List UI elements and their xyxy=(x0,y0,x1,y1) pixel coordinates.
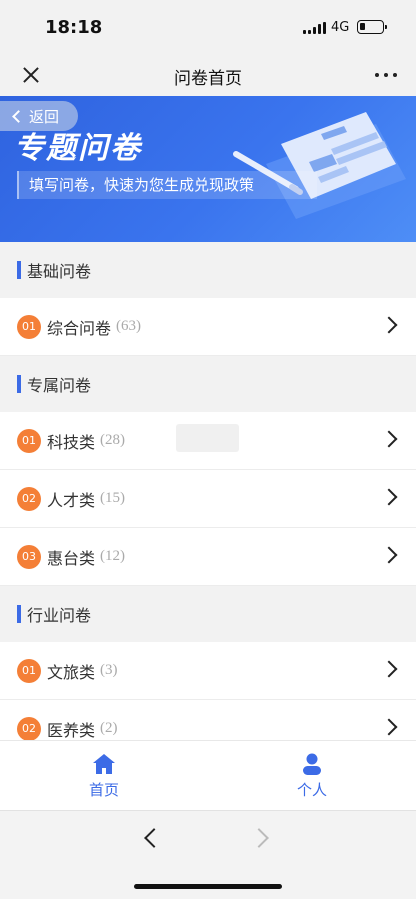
list-item-healthcare[interactable]: 02 医养类 (2) xyxy=(0,700,416,740)
banner-subtitle: 填写问卷，快速为您生成兑现政策 xyxy=(17,171,317,199)
item-count: (63) xyxy=(116,318,142,334)
number-badge: 01 xyxy=(17,658,41,683)
tab-profile[interactable]: 个人 xyxy=(208,741,416,810)
status-time: 18:18 xyxy=(45,17,103,38)
number-badge: 02 xyxy=(17,486,41,511)
list-item-tourism[interactable]: 01 文旅类 (3) xyxy=(0,642,416,700)
section-marker xyxy=(17,261,21,279)
chevron-right-icon xyxy=(380,546,398,564)
list-item-talent[interactable]: 02 人才类 (15) xyxy=(0,470,416,528)
page-title: 问卷首页 xyxy=(174,69,242,89)
section-title: 行业问卷 xyxy=(27,606,92,625)
close-icon[interactable] xyxy=(16,60,46,90)
user-icon xyxy=(303,753,321,775)
list-item-comprehensive[interactable]: 01 综合问卷 (63) xyxy=(0,298,416,356)
section-title: 专属问卷 xyxy=(27,376,92,395)
number-badge: 03 xyxy=(17,544,41,569)
tab-label: 个人 xyxy=(296,781,327,799)
home-icon xyxy=(93,754,115,774)
number-badge: 02 xyxy=(17,716,41,740)
item-label: 医养类 xyxy=(47,720,96,740)
chevron-right-icon xyxy=(380,718,398,736)
section-header-exclusive: 专属问卷 xyxy=(0,356,416,412)
chevron-right-icon xyxy=(380,316,398,334)
item-count: (2) xyxy=(100,720,118,736)
item-count: (28) xyxy=(100,432,126,448)
tab-bar: 首页 个人 xyxy=(0,740,416,810)
list-item-tech[interactable]: 01 科技类 (28) xyxy=(0,412,416,470)
item-label: 人才类 xyxy=(47,490,96,510)
section-header-basic: 基础问卷 xyxy=(0,242,416,298)
document-illustration-icon xyxy=(233,112,406,219)
chevron-left-icon xyxy=(12,110,25,123)
questionnaire-list: 基础问卷 01 综合问卷 (63) 专属问卷 01 科技类 (28) 02 人才… xyxy=(0,242,416,740)
item-label: 科技类 xyxy=(47,432,96,452)
status-bar: 18:18 4G xyxy=(0,0,416,54)
item-label: 文旅类 xyxy=(47,662,96,682)
home-indicator xyxy=(134,884,282,889)
chevron-right-icon xyxy=(380,430,398,448)
browser-toolbar xyxy=(0,810,416,899)
section-marker xyxy=(17,375,21,393)
section-marker xyxy=(17,605,21,623)
number-badge: 01 xyxy=(17,428,41,453)
tab-home[interactable]: 首页 xyxy=(0,741,208,810)
item-label: 综合问卷 xyxy=(47,318,112,338)
chevron-right-icon xyxy=(380,488,398,506)
list-item-taiwan[interactable]: 03 惠台类 (12) xyxy=(0,528,416,586)
item-count: (3) xyxy=(100,662,118,678)
signal-icon xyxy=(303,22,326,34)
chevron-right-icon[interactable] xyxy=(249,828,269,848)
battery-icon xyxy=(357,20,387,34)
item-count: (12) xyxy=(100,548,126,564)
more-icon[interactable] xyxy=(370,70,402,80)
loading-placeholder xyxy=(176,424,239,452)
back-label: 返回 xyxy=(29,107,60,126)
banner: 专题问卷 填写问卷，快速为您生成兑现政策 返回 xyxy=(0,96,416,242)
chevron-left-icon[interactable] xyxy=(144,828,164,848)
tab-label: 首页 xyxy=(88,781,119,799)
section-title: 基础问卷 xyxy=(27,262,92,281)
network-label: 4G xyxy=(331,20,350,35)
back-button[interactable]: 返回 xyxy=(0,101,78,131)
item-count: (15) xyxy=(100,490,126,506)
nav-bar: 问卷首页 xyxy=(0,54,416,96)
number-badge: 01 xyxy=(17,314,41,339)
section-header-industry: 行业问卷 xyxy=(0,586,416,642)
item-label: 惠台类 xyxy=(47,548,96,568)
chevron-right-icon xyxy=(380,660,398,678)
